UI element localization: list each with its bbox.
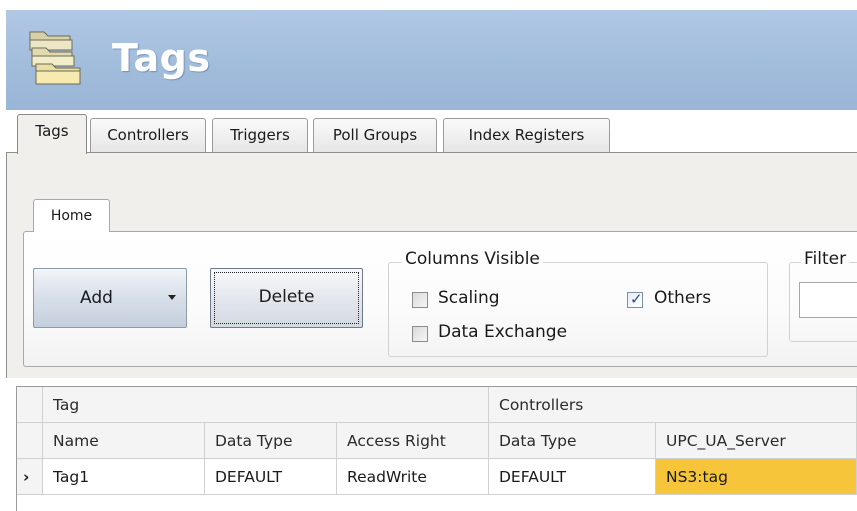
columns-visible-group: [388, 262, 768, 357]
tab-triggers[interactable]: Triggers: [212, 118, 308, 152]
row-header-spacer: [17, 423, 43, 459]
tab-baseline: [6, 152, 857, 153]
columns-visible-title: Columns Visible: [402, 249, 543, 269]
column-header-data-type[interactable]: Data Type: [205, 423, 337, 459]
page-title: Tags: [112, 36, 211, 80]
filter-input[interactable]: [799, 282, 857, 318]
tab-poll-groups[interactable]: Poll Groups: [313, 118, 437, 152]
ribbon-tab-home[interactable]: Home: [33, 199, 110, 232]
delete-button[interactable]: Delete: [210, 268, 363, 328]
cell-upc-ua-server[interactable]: NS3:tag: [656, 459, 857, 495]
scaling-label: Scaling: [438, 288, 500, 308]
group-header-tag: Tag: [43, 387, 489, 423]
scaling-checkbox[interactable]: [412, 292, 428, 308]
focus-rectangle: [214, 272, 359, 324]
cell-controller-data-type[interactable]: DEFAULT: [489, 459, 656, 495]
tab-index-registers[interactable]: Index Registers: [443, 118, 610, 152]
grid-corner: [17, 387, 43, 423]
data-exchange-checkbox[interactable]: [412, 326, 428, 342]
page-header: Tags: [6, 10, 857, 110]
row-indicator-icon[interactable]: ›: [17, 459, 43, 495]
column-header-name[interactable]: Name: [43, 423, 205, 459]
tab-tags[interactable]: Tags: [17, 114, 87, 154]
data-exchange-label: Data Exchange: [438, 322, 568, 342]
column-header-upc-ua-server[interactable]: UPC_UA_Server: [656, 423, 857, 459]
stacked-folders-icon: [29, 31, 81, 85]
cell-access-right[interactable]: ReadWrite: [337, 459, 489, 495]
tab-controllers[interactable]: Controllers: [90, 118, 206, 152]
column-header-controller-data-type[interactable]: Data Type: [489, 423, 656, 459]
group-header-controllers: Controllers: [489, 387, 857, 423]
others-label: Others: [654, 288, 712, 308]
cell-data-type[interactable]: DEFAULT: [205, 459, 337, 495]
chevron-down-icon: [168, 295, 176, 300]
cell-name[interactable]: Tag1: [43, 459, 205, 495]
column-header-access-right[interactable]: Access Right: [337, 423, 489, 459]
others-checkbox[interactable]: ✓: [627, 290, 643, 308]
add-button-label: Add: [80, 288, 113, 308]
filter-title: Filter: [801, 249, 850, 269]
checkmark-icon: ✓: [630, 290, 643, 308]
add-button[interactable]: Add: [33, 268, 187, 328]
